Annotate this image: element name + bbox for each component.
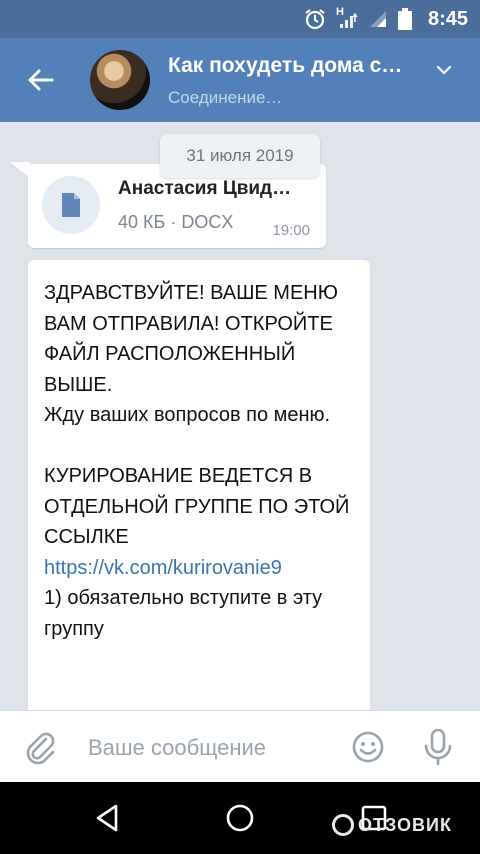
chat-title[interactable]: Как похудеть дома с… [168,54,426,78]
voice-message-button[interactable] [420,727,456,767]
watermark-text: ОТЗОВИК [358,814,452,835]
chat-connection-status: Соединение… [168,88,283,107]
circle-home-icon [226,804,254,832]
triangle-back-icon [96,804,118,832]
message-text-part: 1) обязательно вступите в эту группу [44,587,323,640]
nav-back-button[interactable] [92,802,124,834]
bubble-tail [10,162,30,178]
emoji-button[interactable] [350,729,386,765]
network-indicator: H [336,6,358,30]
chat-menu-toggle[interactable] [432,58,456,82]
signal-strength-icon [339,12,358,28]
status-bar: H 8:45 [0,0,480,38]
back-button[interactable] [18,60,62,100]
message-link[interactable]: https://vk.com/kurirovanie9 [44,557,282,579]
file-meta: 40 КБ · DOCX [118,212,234,232]
chevron-down-icon [436,65,452,75]
watermark: ОТЗОВИК [332,814,452,836]
message-composer [0,710,480,783]
paperclip-icon [26,732,55,765]
microphone-icon [424,728,452,766]
document-icon [62,193,80,217]
file-name[interactable]: Анастасия Цвид… [118,178,314,200]
alarm-icon [305,9,325,30]
attach-button[interactable] [22,729,58,765]
message-list[interactable]: Анастасия Цвид… 40 КБ · DOCX 19:00 31 ию… [0,122,480,710]
status-icons: H 8:45 [304,0,468,38]
system-navigation-bar: ОТЗОВИК [0,782,480,854]
date-separator: 31 июля 2019 [160,134,320,178]
message-text-part: ЗДРАВСТВУЙТЕ! ВАШЕ МЕНЮ ВАМ ОТПРАВИЛА! О… [44,282,350,548]
avatar[interactable] [90,50,150,110]
smiley-icon [352,731,384,763]
message-text: ЗДРАВСТВУЙТЕ! ВАШЕ МЕНЮ ВАМ ОТПРАВИЛА! О… [44,278,360,644]
battery-icon [397,8,412,30]
watermark-logo-icon [332,814,354,836]
nav-home-button[interactable] [224,802,256,834]
wifi-signal-icon [369,11,386,27]
arrow-left-icon [28,69,54,91]
message-input[interactable] [86,727,340,769]
chat-header: Как похудеть дома с… Соединение… [0,38,480,122]
file-icon-button[interactable] [42,176,100,234]
text-message[interactable]: ЗДРАВСТВУЙТЕ! ВАШЕ МЕНЮ ВАМ ОТПРАВИЛА! О… [28,260,370,710]
message-time: 19:00 [272,222,310,239]
clock: 8:45 [427,7,468,30]
